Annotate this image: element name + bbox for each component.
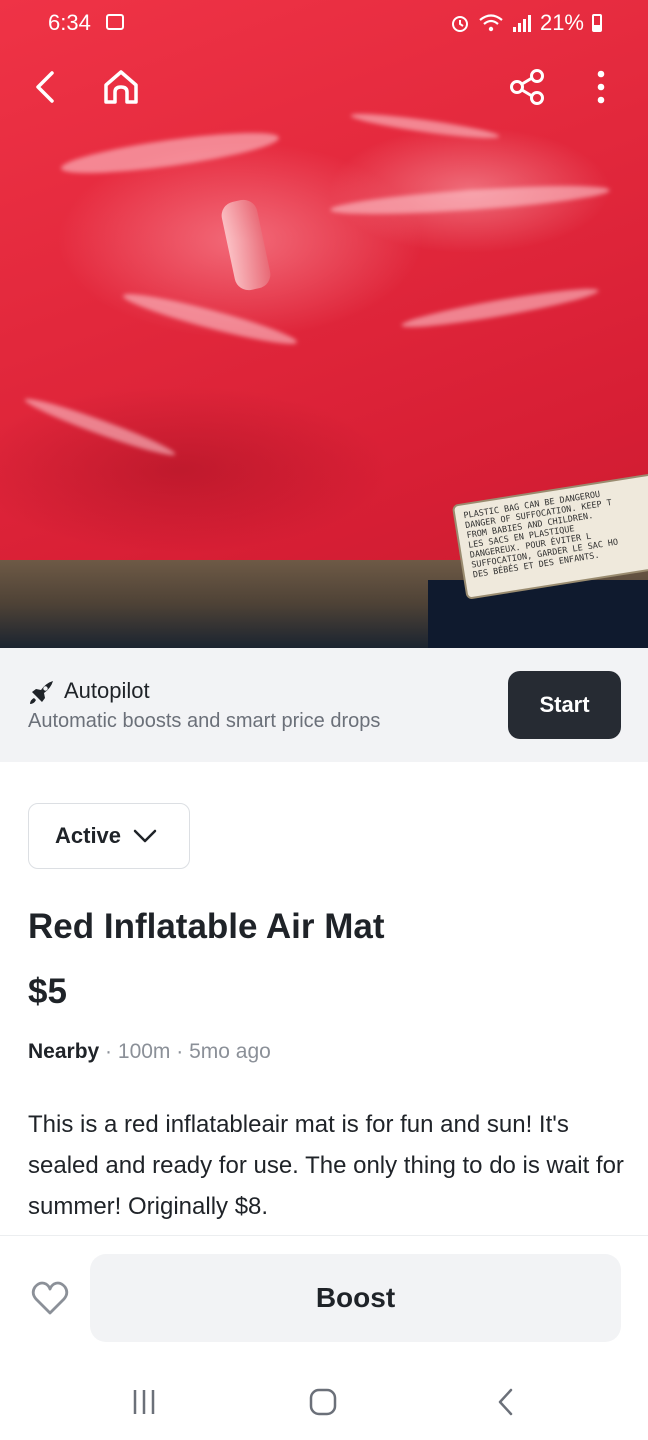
rocket-icon <box>30 681 53 704</box>
chevron-down-icon <box>133 829 157 843</box>
listing-meta: Nearby · 100m · 5mo ago <box>28 1040 271 1064</box>
back-button[interactable] <box>20 62 70 112</box>
boost-button[interactable]: Boost <box>90 1254 621 1342</box>
status-bar: 6:34 21% <box>0 0 648 48</box>
listing-description: This is a red inflatableair mat is for f… <box>28 1111 624 1220</box>
home-circle-icon <box>309 1388 337 1416</box>
gallery-notification-icon <box>106 14 124 30</box>
signal-icon <box>512 15 531 32</box>
home-button[interactable] <box>96 62 146 112</box>
back-arrow-icon <box>36 71 54 103</box>
listing-status-label: Active <box>55 823 122 848</box>
distance: 100m <box>117 1040 171 1063</box>
home-icon <box>104 70 138 104</box>
recent-apps-button[interactable] <box>124 1384 164 1420</box>
more-options-button[interactable] <box>576 62 626 112</box>
more-vertical-icon <box>597 70 605 104</box>
home-nav-button[interactable] <box>303 1384 343 1420</box>
air-valve <box>219 197 273 293</box>
meta-separator: · <box>176 1040 184 1063</box>
autopilot-subtitle: Automatic boosts and smart price drops <box>28 710 381 732</box>
back-nav-button[interactable] <box>486 1384 526 1420</box>
alarm-icon <box>451 16 468 32</box>
location-label: Nearby <box>28 1040 100 1063</box>
listing-price: $5 <box>28 972 67 1011</box>
back-chevron-icon <box>498 1388 513 1416</box>
battery-icon <box>592 14 602 32</box>
recent-apps-icon <box>133 1390 155 1414</box>
meta-separator: · <box>105 1040 113 1063</box>
listing-age: 5mo ago <box>189 1040 271 1063</box>
listing-title: Red Inflatable Air Mat <box>28 907 385 946</box>
wifi-icon <box>479 14 503 32</box>
listing-status-dropdown[interactable]: Active <box>28 803 190 869</box>
share-button[interactable] <box>502 62 552 112</box>
heart-icon[interactable] <box>30 1279 70 1317</box>
autopilot-title: Autopilot <box>64 678 150 703</box>
share-icon <box>510 69 544 105</box>
start-autopilot-button[interactable]: Start <box>508 671 621 739</box>
battery-percent: 21% <box>539 10 584 35</box>
status-time: 6:34 <box>48 10 91 35</box>
